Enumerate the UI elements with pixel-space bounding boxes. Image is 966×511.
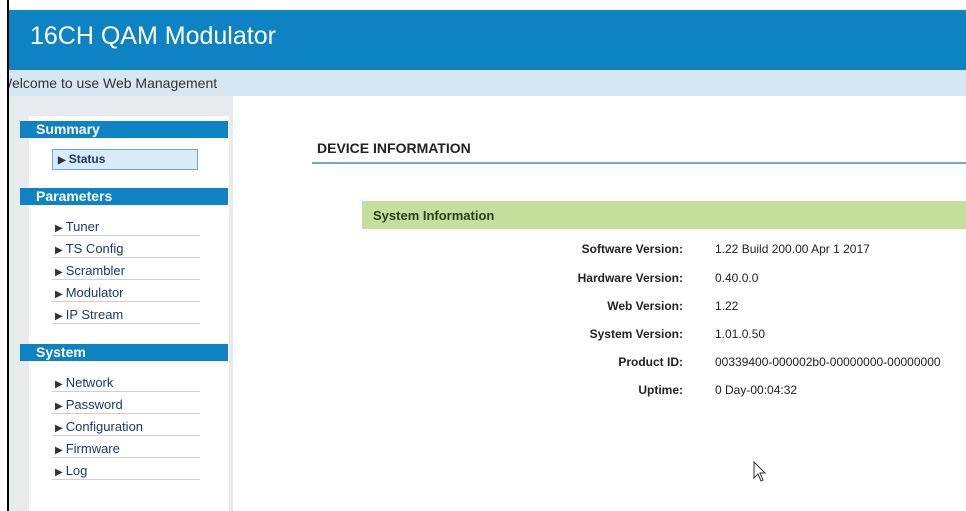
- sidebar-item-password[interactable]: ▶ Password: [52, 394, 200, 414]
- triangle-right-icon: ▶: [55, 379, 63, 390]
- sidebar-item-status[interactable]: ▶ Status: [52, 149, 198, 170]
- sidebar-item-label: Log: [65, 463, 88, 478]
- app-title: 16CH QAM Modulator: [30, 22, 276, 50]
- main-content: DEVICE INFORMATION System Information So…: [233, 96, 966, 511]
- info-value-web-version: 1.22: [715, 299, 739, 313]
- info-value-software-version: 1.22 Build 200.00 Apr 1 2017: [715, 242, 870, 256]
- info-value-product-id: 00339400-000002b0-00000000-00000000: [715, 355, 941, 369]
- sidebar-item-label: Password: [65, 397, 123, 412]
- sidebar-item-log[interactable]: ▶ Log: [52, 460, 200, 480]
- info-value-uptime: 0 Day-00:04:32: [715, 383, 798, 397]
- triangle-right-icon: ▶: [55, 311, 63, 322]
- info-label-uptime: Uptime:: [638, 383, 683, 397]
- info-value-hardware-version: 0.40.0.0: [715, 271, 759, 285]
- sidebar-item-firmware[interactable]: ▶ Firmware: [52, 438, 200, 458]
- welcome-bar: Welcome to use Web Management: [9, 70, 966, 96]
- welcome-marquee: Welcome to use Web Management: [9, 70, 220, 96]
- info-label-hardware-version: Hardware Version:: [577, 271, 683, 285]
- sidebar: Summary ▶ Status Parameters ▶ Tuner ▶ TS Co…: [9, 96, 233, 511]
- mouse-pointer-icon: [753, 461, 767, 482]
- info-label-system-version: System Version:: [589, 327, 683, 341]
- sidebar-section-summary: Summary: [20, 121, 228, 138]
- sidebar-item-modulator[interactable]: ▶ Modulator: [52, 282, 200, 302]
- sidebar-item-label: Tuner: [65, 219, 100, 234]
- sidebar-item-label: IP Stream: [65, 307, 124, 322]
- info-value-system-version: 1.01.0.50: [715, 327, 766, 341]
- sidebar-item-label: Network: [65, 375, 114, 390]
- app-header: 16CH QAM Modulator: [9, 10, 966, 70]
- triangle-right-icon: ▶: [55, 245, 63, 256]
- page-title: DEVICE INFORMATION: [317, 140, 471, 156]
- triangle-right-icon: ▶: [55, 445, 63, 456]
- triangle-right-icon: ▶: [55, 289, 63, 300]
- sidebar-item-label: Configuration: [65, 419, 144, 434]
- triangle-right-icon: ▶: [58, 155, 66, 166]
- sidebar-item-scrambler[interactable]: ▶ Scrambler: [52, 260, 200, 280]
- sidebar-item-label: Status: [68, 152, 106, 166]
- sidebar-item-label: Scrambler: [65, 263, 125, 278]
- sidebar-item-ip-stream[interactable]: ▶ IP Stream: [52, 304, 200, 324]
- info-label-software-version: Software Version:: [581, 242, 683, 256]
- panel-title: System Information: [373, 208, 495, 223]
- sidebar-item-ts-config[interactable]: ▶ TS Config: [52, 238, 200, 258]
- sidebar-item-configuration[interactable]: ▶ Configuration: [52, 416, 200, 436]
- triangle-right-icon: ▶: [55, 223, 63, 234]
- triangle-right-icon: ▶: [55, 467, 63, 478]
- sidebar-section-system: System: [20, 344, 228, 361]
- sidebar-item-label: Modulator: [65, 285, 124, 300]
- title-divider: [312, 162, 966, 164]
- sidebar-item-network[interactable]: ▶ Network: [52, 372, 200, 392]
- info-label-web-version: Web Version:: [607, 299, 683, 313]
- triangle-right-icon: ▶: [55, 267, 63, 278]
- sidebar-item-tuner[interactable]: ▶ Tuner: [52, 216, 200, 236]
- sidebar-item-label: TS Config: [65, 241, 124, 256]
- welcome-text: Welcome to use Web Management: [9, 75, 218, 91]
- sidebar-section-parameters: Parameters: [20, 188, 228, 205]
- sidebar-item-label: Firmware: [65, 441, 120, 456]
- triangle-right-icon: ▶: [55, 423, 63, 434]
- system-information-header: System Information: [362, 201, 966, 229]
- info-label-product-id: Product ID:: [618, 355, 683, 369]
- triangle-right-icon: ▶: [55, 401, 63, 412]
